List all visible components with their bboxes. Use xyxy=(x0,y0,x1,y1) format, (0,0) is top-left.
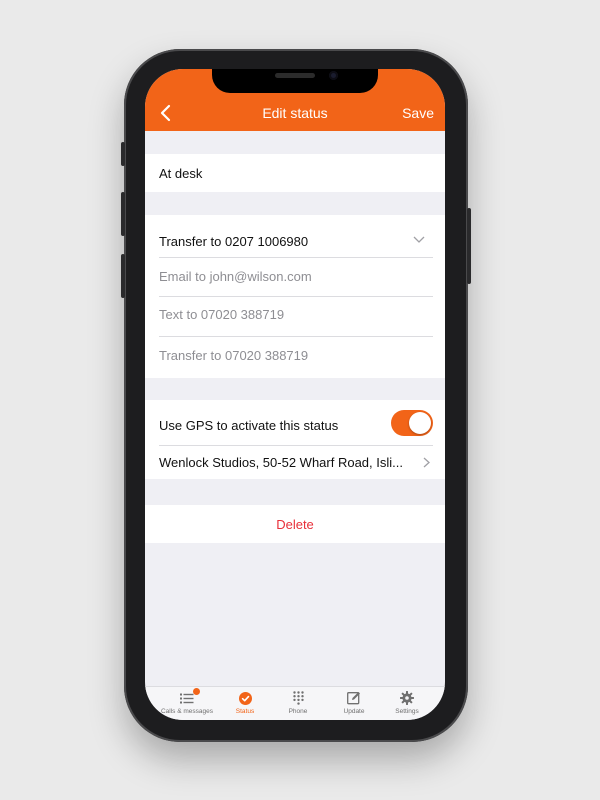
tab-phone[interactable]: Phone xyxy=(268,690,328,715)
transfer-group: Transfer to 0207 1006980 Email to john@w… xyxy=(145,215,445,378)
toggle-knob xyxy=(409,412,431,434)
delete-row: Delete xyxy=(145,505,445,543)
tab-settings[interactable]: Settings xyxy=(377,690,437,715)
delete-button[interactable]: Delete xyxy=(145,517,445,532)
speaker xyxy=(275,73,315,78)
chevron-right-icon xyxy=(423,457,430,468)
tab-bar: Calls & messages Status Phone Update Set… xyxy=(145,686,445,720)
transfer-action-label: Transfer to 07020 388719 xyxy=(159,348,309,363)
tab-update[interactable]: Update xyxy=(324,690,384,715)
email-action-field[interactable]: Email to john@wilson.com xyxy=(145,258,445,296)
edit-icon xyxy=(347,692,360,705)
transfer-select[interactable]: Transfer to 0207 1006980 xyxy=(145,215,445,257)
gps-toggle[interactable] xyxy=(391,410,433,436)
gear-icon xyxy=(400,691,414,705)
save-button[interactable]: Save xyxy=(402,105,434,121)
list-icon xyxy=(180,693,194,703)
mute-switch xyxy=(121,142,125,166)
notification-badge xyxy=(193,688,200,695)
tab-label: Phone xyxy=(288,708,308,715)
transfer-action-field[interactable]: Transfer to 07020 388719 xyxy=(145,337,445,378)
tab-label: Update xyxy=(343,708,365,715)
volume-up-button xyxy=(121,192,125,236)
check-circle-icon xyxy=(238,691,252,705)
text-action-field[interactable]: Text to 07020 388719 xyxy=(145,297,445,336)
phone-screen: Edit status Save At desk Transfer to 020… xyxy=(145,69,445,720)
status-name-row[interactable]: At desk xyxy=(145,154,445,192)
email-action-label: Email to john@wilson.com xyxy=(159,269,312,284)
tab-label: Status xyxy=(235,708,255,715)
page-title: Edit status xyxy=(262,105,328,121)
status-name-field[interactable]: At desk xyxy=(159,166,202,181)
text-action-label: Text to 07020 388719 xyxy=(159,307,285,322)
location-label: Wenlock Studios, 50-52 Wharf Road, Isli.… xyxy=(159,455,403,470)
gps-group: Use GPS to activate this status Wenlock … xyxy=(145,400,445,479)
tab-label: Settings xyxy=(395,708,419,715)
chevron-down-icon xyxy=(413,236,425,243)
camera xyxy=(329,71,338,80)
notch xyxy=(212,69,378,93)
keypad-icon xyxy=(292,691,304,705)
tab-label: Calls & messages xyxy=(160,708,214,715)
transfer-select-value: Transfer to 0207 1006980 xyxy=(159,234,309,249)
location-row[interactable]: Wenlock Studios, 50-52 Wharf Road, Isli.… xyxy=(145,446,445,479)
gps-label: Use GPS to activate this status xyxy=(159,418,339,433)
tab-calls-messages[interactable]: Calls & messages xyxy=(157,688,217,715)
tab-status[interactable]: Status xyxy=(215,690,275,715)
volume-down-button xyxy=(121,254,125,298)
power-button xyxy=(467,208,471,284)
